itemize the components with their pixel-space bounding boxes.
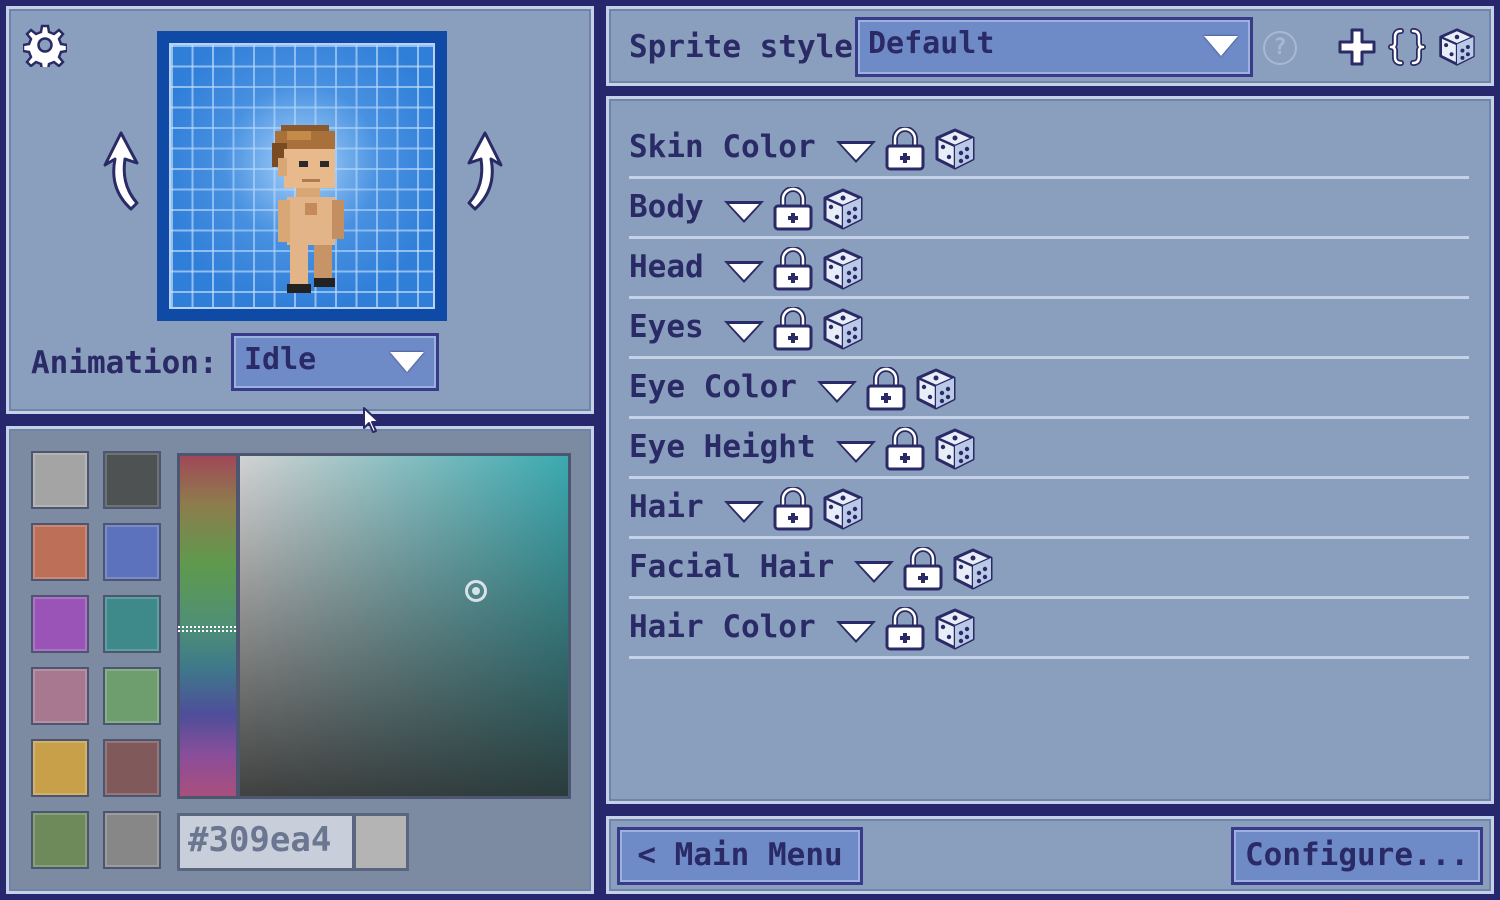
layers-panel: Skin Color Body Head Eyes Eye Color Eye Heigh…	[606, 96, 1494, 804]
lock-icon[interactable]	[772, 247, 814, 291]
gear-icon[interactable]	[23, 23, 67, 67]
help-icon[interactable]: ?	[1263, 31, 1297, 65]
dropdown-arrow-icon[interactable]	[723, 261, 764, 283]
color-swatch[interactable]	[31, 667, 89, 725]
rotate-left-arrow-icon[interactable]	[101, 129, 145, 213]
dice-icon[interactable]	[934, 607, 976, 651]
color-picker-cursor[interactable]	[465, 580, 487, 602]
configure-button[interactable]: Configure... >	[1231, 827, 1483, 900]
dice-icon[interactable]	[1437, 27, 1477, 67]
layer-row: Eyes	[629, 299, 1469, 359]
color-swatch[interactable]	[103, 595, 161, 653]
dropdown-arrow-icon[interactable]	[854, 561, 895, 583]
color-swatch[interactable]	[31, 451, 89, 509]
hue-slider-handle[interactable]	[178, 626, 240, 632]
dice-icon[interactable]	[915, 367, 957, 411]
animation-label: Animation:	[31, 345, 218, 381]
color-swatch[interactable]	[103, 811, 161, 869]
lock-icon[interactable]	[884, 607, 926, 651]
sprite-style-bar: Sprite style: Default ?	[606, 6, 1494, 86]
chevron-down-icon	[390, 352, 424, 372]
dice-icon[interactable]	[822, 307, 864, 351]
layer-row: Eye Height	[629, 419, 1469, 479]
color-swatch[interactable]	[31, 595, 89, 653]
dropdown-arrow-icon[interactable]	[835, 621, 876, 643]
layer-row: Hair	[629, 479, 1469, 539]
color-swatch[interactable]	[31, 811, 89, 869]
character-sprite	[272, 125, 344, 293]
dropdown-arrow-icon[interactable]	[835, 141, 876, 163]
braces-icon[interactable]	[1387, 27, 1427, 67]
dropdown-arrow-icon[interactable]	[835, 441, 876, 463]
lock-icon[interactable]	[772, 307, 814, 351]
main-menu-button[interactable]: < Main Menu	[617, 827, 863, 885]
saturation-value-field[interactable]	[237, 453, 571, 799]
color-preview-swatch	[353, 813, 409, 871]
preview-grid	[169, 43, 435, 309]
layer-label: Eyes	[629, 309, 704, 345]
hex-input[interactable]: #309ea4	[177, 813, 355, 871]
layer-label: Eye Color	[629, 369, 797, 405]
dropdown-arrow-icon[interactable]	[723, 201, 764, 223]
layer-label: Skin Color	[629, 129, 816, 165]
lock-icon[interactable]	[865, 367, 907, 411]
layer-label: Body	[629, 189, 704, 225]
preview-panel: Animation: Idle	[6, 6, 594, 414]
layer-label: Head	[629, 249, 704, 285]
footer-bar: < Main Menu Configure... >	[606, 816, 1494, 900]
layer-row: Eye Color	[629, 359, 1469, 419]
layer-label: Hair Color	[629, 609, 816, 645]
lock-icon[interactable]	[772, 487, 814, 531]
dropdown-arrow-icon[interactable]	[723, 321, 764, 343]
dice-icon[interactable]	[952, 547, 994, 591]
layer-row: Skin Color	[629, 119, 1469, 179]
color-swatch[interactable]	[103, 523, 161, 581]
animation-value: Idle	[244, 342, 317, 377]
layer-label: Eye Height	[629, 429, 816, 465]
dropdown-arrow-icon[interactable]	[816, 381, 857, 403]
rotate-right-arrow-icon[interactable]	[461, 129, 505, 213]
color-swatch[interactable]	[103, 739, 161, 797]
layer-label: Hair	[629, 489, 704, 525]
sprite-preview-canvas	[157, 31, 447, 321]
mouse-cursor-icon	[363, 407, 380, 433]
color-swatch[interactable]	[103, 667, 161, 725]
layer-row: Hair Color	[629, 599, 1469, 659]
animation-dropdown[interactable]: Idle	[231, 333, 439, 391]
color-swatch[interactable]	[31, 523, 89, 581]
sprite-style-value: Default	[868, 26, 995, 61]
layer-row: Head	[629, 239, 1469, 299]
chevron-down-icon	[1204, 36, 1238, 56]
lock-icon[interactable]	[884, 127, 926, 171]
layer-label: Facial Hair	[629, 549, 835, 585]
sprite-style-dropdown[interactable]: Default	[855, 17, 1253, 77]
color-swatch[interactable]	[31, 739, 89, 797]
dropdown-arrow-icon[interactable]	[723, 501, 764, 523]
color-picker-panel: #309ea4	[6, 426, 594, 894]
hue-slider[interactable]	[177, 453, 240, 799]
dice-icon[interactable]	[822, 487, 864, 531]
layer-row: Facial Hair	[629, 539, 1469, 599]
plus-icon[interactable]	[1337, 27, 1377, 67]
dice-icon[interactable]	[822, 247, 864, 291]
dice-icon[interactable]	[822, 187, 864, 231]
dice-icon[interactable]	[934, 427, 976, 471]
sprite-style-label: Sprite style:	[629, 29, 872, 65]
dice-icon[interactable]	[934, 127, 976, 171]
lock-icon[interactable]	[772, 187, 814, 231]
color-swatch[interactable]	[103, 451, 161, 509]
layer-row: Body	[629, 179, 1469, 239]
lock-icon[interactable]	[902, 547, 944, 591]
lock-icon[interactable]	[884, 427, 926, 471]
